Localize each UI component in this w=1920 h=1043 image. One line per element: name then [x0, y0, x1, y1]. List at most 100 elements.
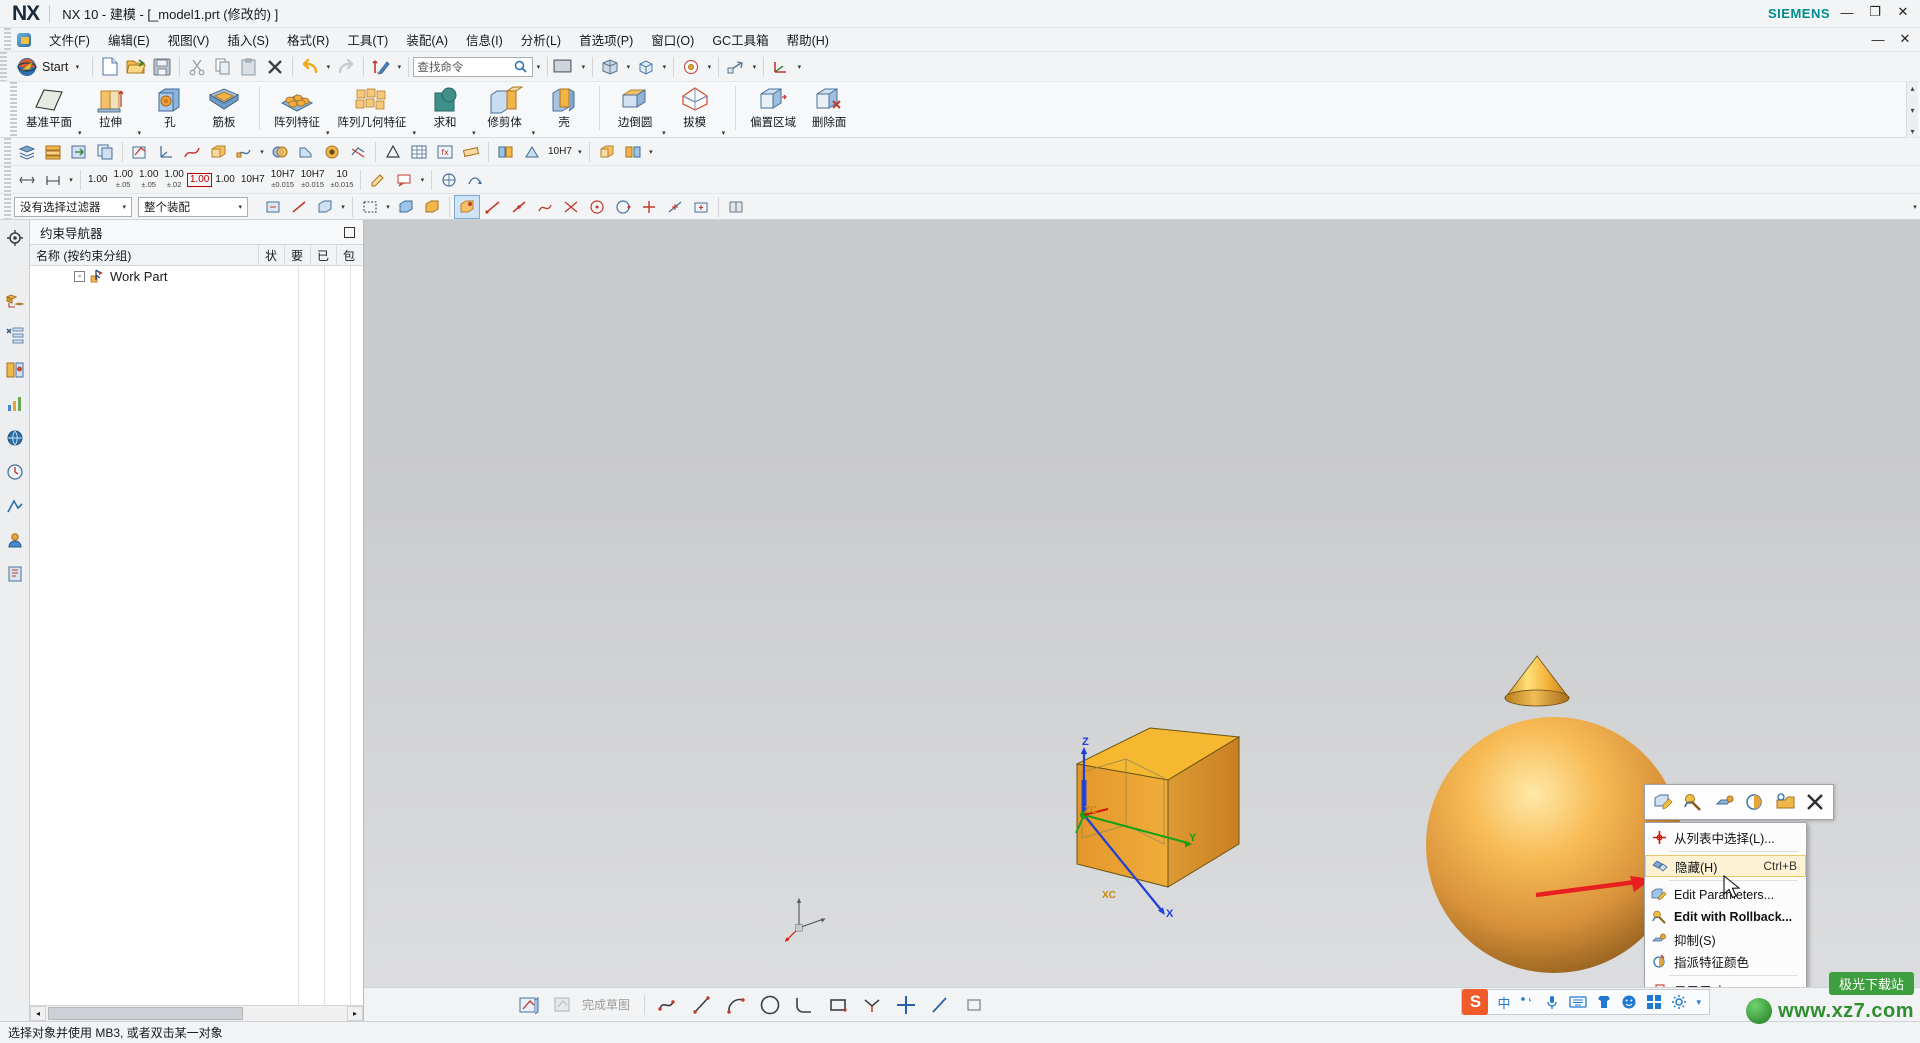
paste-button[interactable] — [236, 54, 262, 80]
navigator-column-required[interactable]: 要 — [285, 245, 311, 265]
update-caret-icon[interactable]: ▾ — [394, 63, 404, 71]
ribbon-item-pattern-feature[interactable]: 阵列特征 — [268, 82, 326, 136]
save-button[interactable] — [149, 54, 175, 80]
datum-plane-small-button[interactable] — [380, 140, 406, 164]
doc-minimize-button[interactable]: — — [1869, 30, 1887, 48]
system-materials-icon[interactable] — [3, 562, 27, 586]
tolerance-value-3[interactable]: 1.00 ±.02 — [161, 169, 186, 190]
finish-sketch-button[interactable] — [548, 991, 578, 1019]
render-caret-icon[interactable]: ▾ — [623, 63, 633, 71]
note-button[interactable] — [365, 168, 391, 192]
menu-item-tools[interactable]: 工具(T) — [338, 27, 397, 52]
snap-point-button[interactable] — [454, 194, 480, 219]
ribbon-scroll-more-icon[interactable]: ▾ — [1910, 127, 1914, 136]
browse-icon[interactable] — [1771, 788, 1799, 816]
tool-row-two-handle[interactable] — [4, 166, 11, 193]
cut-button[interactable] — [184, 54, 210, 80]
menu-item-file[interactable]: 文件(F) — [40, 27, 99, 52]
scroll-left-button[interactable]: ◂ — [30, 1006, 46, 1021]
pin-icon[interactable] — [344, 226, 355, 238]
tree-expander-icon[interactable]: - — [74, 271, 85, 282]
tolerance-caret-icon[interactable]: ▾ — [575, 148, 585, 156]
tool-row-one-handle[interactable] — [4, 138, 11, 165]
assembly-navigator-icon[interactable] — [3, 226, 27, 250]
sweep-caret-icon[interactable]: ▾ — [257, 148, 267, 156]
measure-small-button[interactable] — [458, 140, 484, 164]
rect-select-button[interactable] — [357, 195, 383, 219]
render-style-button[interactable] — [597, 54, 623, 80]
ribbon-drag-handle[interactable] — [10, 82, 17, 137]
snap-midpoint-button[interactable] — [506, 195, 532, 219]
tolerance-value-8[interactable]: 10H7 ±0.015 — [298, 169, 328, 190]
ribbon-item-draft[interactable]: 拔模 — [668, 82, 722, 136]
snap-control-point-button[interactable] — [532, 195, 558, 219]
circle-button[interactable] — [755, 991, 785, 1019]
selection-filter-combo[interactable]: 没有选择过滤器 ▾ — [14, 196, 132, 217]
start-button[interactable]: Start ▾ — [10, 54, 88, 80]
minimize-button[interactable]: — — [1838, 3, 1856, 21]
filter-row-overflow-icon[interactable]: ▾ — [1910, 203, 1920, 211]
skin-icon[interactable] — [1596, 994, 1612, 1010]
open-file-button[interactable] — [123, 54, 149, 80]
layer-category-button[interactable] — [40, 140, 66, 164]
copy-button[interactable] — [210, 54, 236, 80]
layers-caret-icon[interactable]: ▾ — [704, 63, 714, 71]
rectangle-button[interactable] — [823, 991, 853, 1019]
visible-layers-button[interactable] — [678, 54, 704, 80]
assign-color-icon[interactable] — [1741, 788, 1769, 816]
section-button[interactable] — [493, 140, 519, 164]
navigator-column-done[interactable]: 已 — [311, 245, 337, 265]
doc-close-button[interactable]: ✕ — [1896, 30, 1914, 48]
snap-quadrant-button[interactable] — [610, 195, 636, 219]
process-studio-icon[interactable] — [3, 494, 27, 518]
context-menu-item-hide[interactable]: 隐藏(H) Ctrl+B — [1645, 855, 1806, 877]
context-menu-item-suppress[interactable]: 抑制(S) — [1645, 928, 1806, 950]
menu-item-information[interactable]: 信息(I) — [457, 27, 512, 52]
chamfer-button[interactable] — [293, 140, 319, 164]
shaded-display-button[interactable] — [393, 195, 419, 219]
expression-button[interactable]: fx — [432, 140, 458, 164]
linear-dimension-button[interactable] — [40, 168, 66, 192]
colors-button[interactable] — [552, 54, 578, 80]
ribbon-item-trim-body[interactable]: 修剪体 — [478, 82, 532, 136]
tolerance-value-0[interactable]: 1.00 — [85, 174, 110, 185]
select-face-button[interactable] — [260, 195, 286, 219]
select-body-button[interactable] — [312, 195, 338, 219]
ribbon-item-unite[interactable]: 求和 — [418, 82, 472, 136]
ribbon-scroll-controls[interactable]: ▴ ▾ ▾ — [1906, 82, 1918, 138]
point-button[interactable] — [891, 991, 921, 1019]
assembly-constraint-button[interactable] — [620, 140, 646, 164]
sweep-button[interactable] — [231, 140, 257, 164]
tolerance-value-7[interactable]: 10H7 ±0.015 — [268, 169, 298, 190]
wcs-button[interactable] — [768, 54, 794, 80]
navigator-column-included[interactable]: 包 — [337, 245, 363, 265]
sketch-in-task-button[interactable] — [514, 991, 544, 1019]
maximize-button[interactable]: ❐ — [1866, 3, 1884, 21]
ribbon-item-offset-region[interactable]: 偏置区域 — [744, 82, 802, 136]
colors-caret-icon[interactable]: ▾ — [578, 63, 588, 71]
orient-caret-icon[interactable]: ▾ — [659, 63, 669, 71]
menu-item-insert[interactable]: 插入(S) — [218, 27, 278, 52]
menu-item-window[interactable]: 窗口(O) — [642, 27, 703, 52]
annotation-caret-icon[interactable]: ▾ — [417, 176, 427, 184]
redo-button[interactable] — [333, 54, 359, 80]
application-menu-icon[interactable] — [16, 31, 34, 49]
ribbon-caret-draft[interactable]: ▾ — [722, 105, 728, 137]
select-body-caret-icon[interactable]: ▾ — [338, 203, 348, 211]
start-caret-icon[interactable]: ▾ — [72, 63, 82, 71]
menu-item-gc-toolbox[interactable]: GC工具箱 — [703, 27, 777, 52]
sogou-logo-icon[interactable]: S — [1462, 989, 1489, 1015]
snap-point-on-face-button[interactable] — [688, 195, 714, 219]
view-section-button[interactable] — [723, 195, 749, 219]
dimension-caret-icon[interactable]: ▾ — [66, 176, 76, 184]
face-display-button[interactable] — [419, 195, 445, 219]
graphics-viewport[interactable]: Z Y X ZC XC 从列表中选择(L)... 隐藏(H) Ctrl+B Ed… — [364, 220, 1920, 987]
quick-trim-button[interactable] — [857, 991, 887, 1019]
selection-scope-caret-icon[interactable]: ▾ — [235, 203, 245, 211]
tolerance-value-6[interactable]: 10H7 — [238, 174, 268, 185]
filter-row-handle[interactable] — [4, 194, 11, 219]
navigator-horizontal-scrollbar[interactable]: ◂ ▸ — [30, 1005, 363, 1021]
rect-select-caret-icon[interactable]: ▾ — [383, 203, 393, 211]
ribbon-item-delete-face[interactable]: 删除面 — [802, 82, 856, 136]
tolerance-value-1[interactable]: 1.00 ±.05 — [110, 169, 135, 190]
